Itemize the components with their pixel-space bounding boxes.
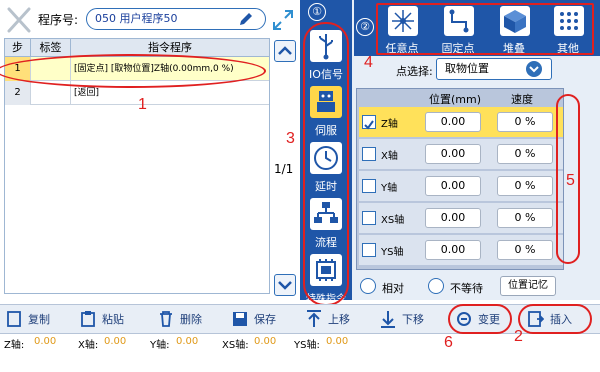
annotation-ellipse-change bbox=[448, 304, 512, 334]
column-header-speed: 速度 bbox=[511, 93, 533, 106]
axis-position-input[interactable]: 0.00 bbox=[425, 112, 481, 132]
paste-icon bbox=[80, 310, 96, 328]
axis-row-y[interactable]: Y轴 0.00 0 % bbox=[359, 171, 563, 201]
column-header-step: 步 bbox=[5, 39, 31, 57]
status-x-value: 0.00 bbox=[104, 336, 127, 347]
relative-label: 相对 bbox=[382, 282, 404, 295]
move-down-label: 下移 bbox=[402, 313, 424, 326]
axis-name: XS轴 bbox=[381, 215, 405, 226]
scroll-down-button[interactable] bbox=[274, 274, 296, 296]
axis-name: Y轴 bbox=[381, 183, 398, 194]
axis-position-input[interactable]: 0.00 bbox=[425, 144, 481, 164]
circle-number-1: ① bbox=[308, 3, 326, 21]
annotation-number-5: 5 bbox=[566, 172, 575, 189]
axis-row-z[interactable]: Z轴 0.00 0 % bbox=[359, 107, 563, 137]
axis-speed-input[interactable]: 0 % bbox=[497, 208, 553, 228]
annotation-ellipse-insert bbox=[518, 304, 592, 334]
status-ys-label: YS轴: bbox=[294, 340, 320, 351]
status-xs-label: XS轴: bbox=[222, 340, 249, 351]
axis-name: X轴 bbox=[381, 151, 398, 162]
save-icon bbox=[232, 310, 248, 328]
axis-checkbox[interactable] bbox=[362, 243, 376, 257]
delete-button[interactable]: 删除 bbox=[158, 306, 218, 332]
row-step: 2 bbox=[5, 81, 31, 105]
axis-checkbox[interactable] bbox=[362, 115, 376, 130]
axis-row-ys[interactable]: YS轴 0.00 0 % bbox=[359, 235, 563, 265]
column-header-position: 位置(mm) bbox=[429, 93, 482, 106]
axis-name: Z轴 bbox=[381, 119, 398, 130]
axis-position-input[interactable]: 0.00 bbox=[425, 176, 481, 196]
expand-icon[interactable] bbox=[272, 9, 294, 31]
annotation-ellipse-row1 bbox=[0, 54, 266, 88]
annotation-number-1: 1 bbox=[138, 96, 147, 113]
scroll-up-button[interactable] bbox=[274, 40, 296, 62]
column-header-tag: 标签 bbox=[31, 39, 71, 57]
status-y-value: 0.00 bbox=[176, 336, 199, 347]
paste-label: 粘贴 bbox=[102, 313, 124, 326]
move-up-label: 上移 bbox=[328, 313, 350, 326]
axis-speed-input[interactable]: 0 % bbox=[497, 176, 553, 196]
status-x-label: X轴: bbox=[78, 340, 99, 351]
annotation-number-4: 4 bbox=[364, 54, 373, 71]
axis-checkbox[interactable] bbox=[362, 211, 376, 225]
annotation-ellipse-categories bbox=[303, 22, 349, 306]
relative-radio[interactable] bbox=[360, 278, 376, 294]
program-number-label: 程序号: bbox=[38, 13, 79, 27]
move-down-button[interactable]: 下移 bbox=[380, 306, 440, 332]
axis-row-x[interactable]: X轴 0.00 0 % bbox=[359, 139, 563, 169]
close-icon[interactable] bbox=[6, 6, 32, 34]
annotation-number-2: 2 bbox=[514, 328, 523, 345]
annotation-number-6: 6 bbox=[444, 334, 453, 351]
chevron-down-icon[interactable] bbox=[526, 61, 542, 77]
annotation-number-3: 3 bbox=[286, 130, 295, 147]
pencil-edit-icon[interactable] bbox=[238, 11, 254, 27]
arrow-down-icon bbox=[380, 310, 396, 328]
point-select-label: 点选择: bbox=[396, 65, 433, 78]
axis-position-input[interactable]: 0.00 bbox=[425, 208, 481, 228]
axis-speed-input[interactable]: 0 % bbox=[497, 240, 553, 260]
axis-settings-table: 位置(mm) 速度 Z轴 0.00 0 % X轴 0.00 0 % Y轴 0.0… bbox=[356, 88, 564, 270]
copy-icon bbox=[6, 310, 22, 328]
status-y-label: Y轴: bbox=[150, 340, 170, 351]
status-ys-value: 0.00 bbox=[326, 336, 349, 347]
arrow-up-icon bbox=[306, 310, 322, 328]
no-wait-radio[interactable] bbox=[428, 278, 444, 294]
axis-speed-input[interactable]: 0 % bbox=[497, 144, 553, 164]
copy-label: 复制 bbox=[28, 313, 50, 326]
save-label: 保存 bbox=[254, 313, 276, 326]
delete-label: 删除 bbox=[180, 313, 202, 326]
status-xs-value: 0.00 bbox=[254, 336, 277, 347]
axis-position-input[interactable]: 0.00 bbox=[425, 240, 481, 260]
move-up-button[interactable]: 上移 bbox=[306, 306, 366, 332]
axis-checkbox[interactable] bbox=[362, 147, 376, 161]
annotation-box-point-types bbox=[376, 3, 594, 55]
axis-speed-input[interactable]: 0 % bbox=[497, 112, 553, 132]
paste-button[interactable]: 粘贴 bbox=[80, 306, 140, 332]
circle-number-2: ② bbox=[356, 18, 374, 36]
position-memory-button[interactable]: 位置记忆 bbox=[500, 276, 556, 296]
no-wait-label: 不等待 bbox=[450, 282, 483, 295]
axis-status-bar: Z轴: 0.00 X轴: 0.00 Y轴: 0.00 XS轴: 0.00 YS轴… bbox=[0, 336, 600, 352]
page-indicator: 1/1 bbox=[274, 162, 294, 176]
axis-name: YS轴 bbox=[381, 247, 404, 258]
status-z-value: 0.00 bbox=[34, 336, 57, 347]
save-button[interactable]: 保存 bbox=[232, 306, 292, 332]
axis-row-xs[interactable]: XS轴 0.00 0 % bbox=[359, 203, 563, 233]
trash-icon bbox=[158, 310, 174, 328]
axis-checkbox[interactable] bbox=[362, 179, 376, 193]
status-z-label: Z轴: bbox=[4, 340, 25, 351]
copy-button[interactable]: 复制 bbox=[6, 306, 66, 332]
